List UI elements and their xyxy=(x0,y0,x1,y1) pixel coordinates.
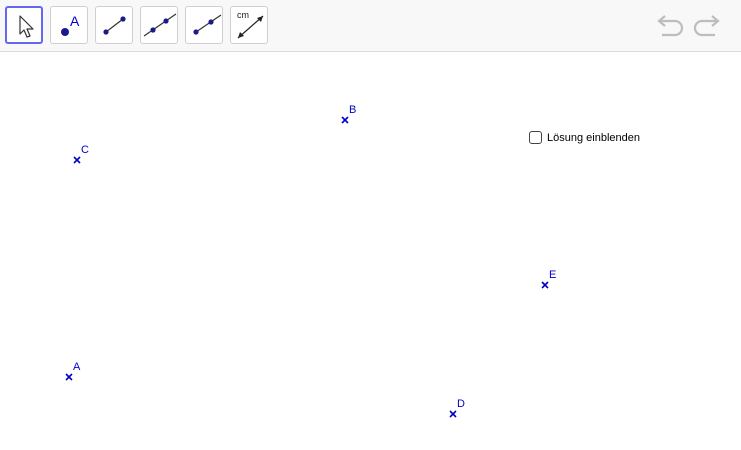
point-c-label: C xyxy=(81,144,89,156)
point-e-label: E xyxy=(549,269,557,281)
segment-tool-button[interactable] xyxy=(95,6,133,44)
undo-icon xyxy=(657,15,684,37)
point-a-marker[interactable] xyxy=(64,372,74,382)
point-c-marker[interactable] xyxy=(72,155,82,165)
point-a-label: A xyxy=(73,361,81,373)
graphics-view[interactable] xyxy=(0,52,741,450)
cursor-arrow-icon xyxy=(19,15,34,38)
solution-checkbox-control[interactable]: Lösung einblenden xyxy=(529,130,640,145)
move-tool-button[interactable] xyxy=(5,6,43,44)
point-b-marker[interactable] xyxy=(340,115,350,125)
distance-tool-button[interactable]: cm xyxy=(230,6,268,44)
line-tool-button[interactable] xyxy=(140,6,178,44)
line-icon xyxy=(143,13,177,37)
solution-checkbox[interactable] xyxy=(529,131,542,144)
toolbar: A cm xyxy=(0,0,741,52)
geogebra-app: A cm B C E A D Lösung einblenden xyxy=(0,0,741,450)
segment-icon xyxy=(103,16,126,35)
point-tool-label: A xyxy=(70,13,80,29)
point-e-marker[interactable] xyxy=(540,280,550,290)
point-tool-button[interactable]: A xyxy=(50,6,88,44)
distance-icon xyxy=(237,15,264,39)
redo-button[interactable] xyxy=(692,12,722,40)
ray-icon xyxy=(193,14,222,35)
point-d-marker[interactable] xyxy=(448,409,458,419)
point-b-label: B xyxy=(349,104,357,116)
point-icon: A xyxy=(61,13,80,36)
ray-tool-button[interactable] xyxy=(185,6,223,44)
point-d-label: D xyxy=(457,398,465,410)
undo-button[interactable] xyxy=(655,12,685,40)
redo-icon xyxy=(693,15,720,37)
solution-checkbox-label[interactable]: Lösung einblenden xyxy=(547,132,640,144)
